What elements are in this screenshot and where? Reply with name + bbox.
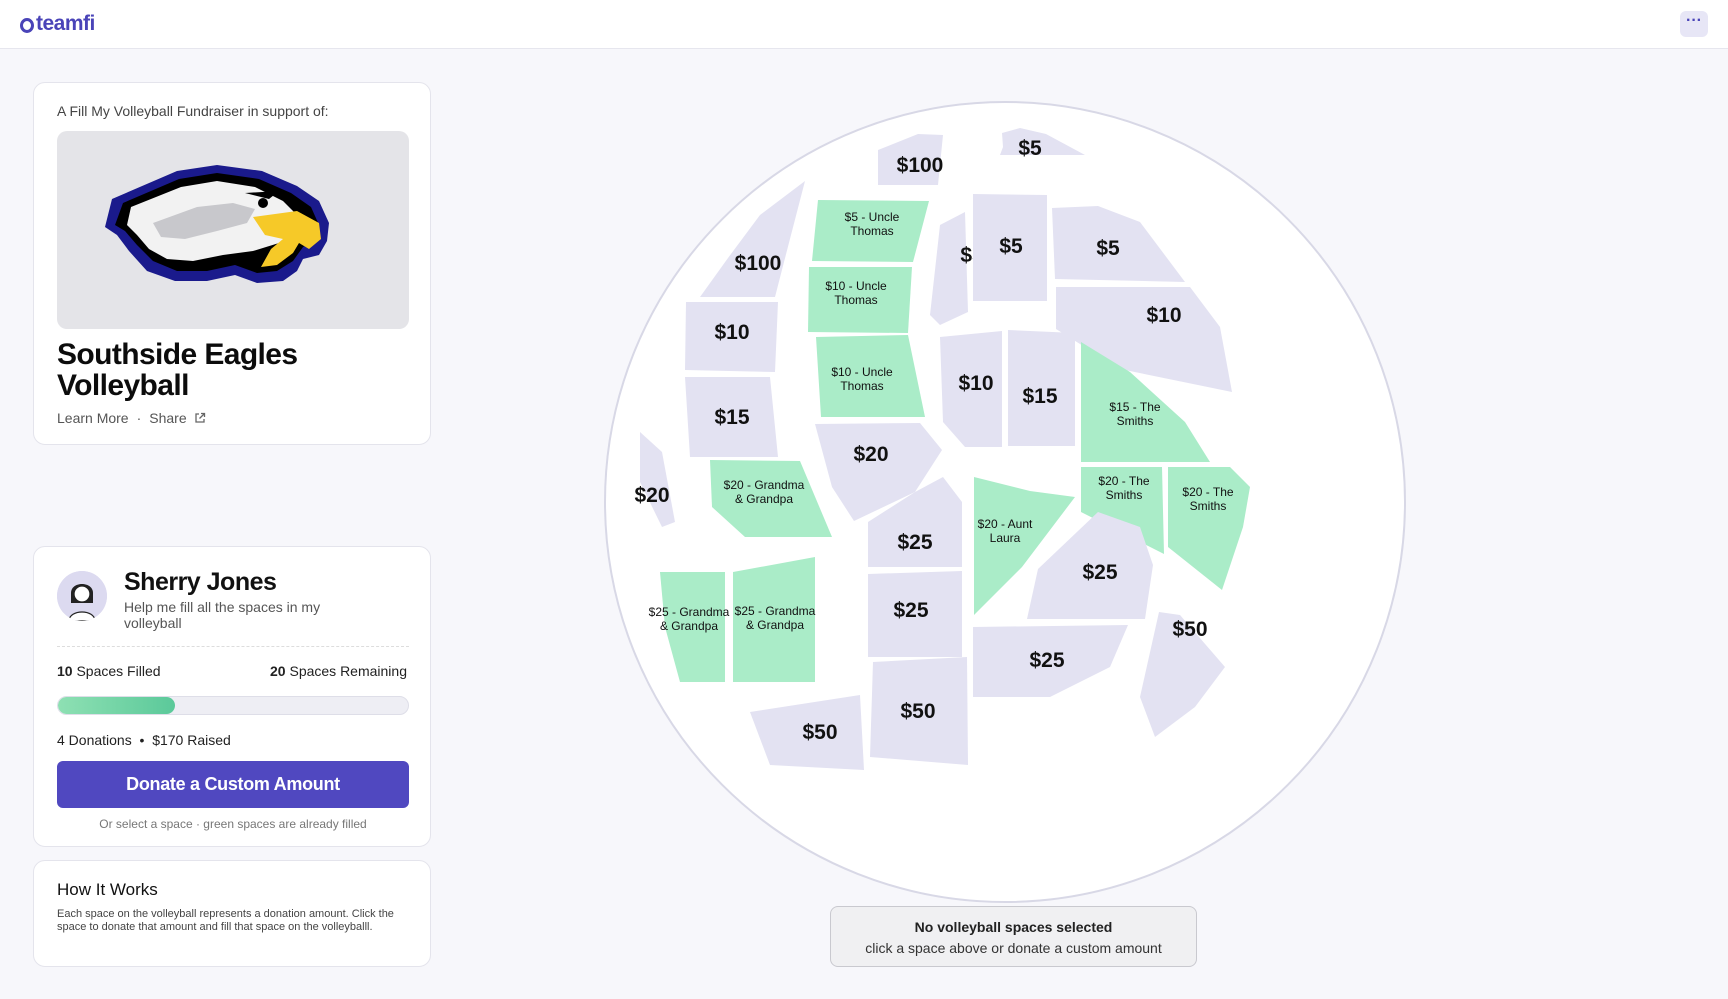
space-label: $15 [714, 406, 749, 429]
volleyball: $100$5$5 - Uncle Thomas$100 $5 $5 $5$10 - Un… [604, 101, 1406, 903]
filled-space: $25 - Grandma & Grandpa [733, 557, 816, 682]
link-separator: · [136, 410, 142, 426]
open-space[interactable]: $15 [1008, 330, 1075, 446]
space-label: $5 [1018, 137, 1042, 160]
open-space[interactable]: $50 [870, 657, 968, 765]
space-label: $20 [853, 443, 888, 466]
spaces-remaining-count: 20 [270, 663, 286, 679]
filled-space: $5 - Uncle Thomas [812, 200, 929, 262]
space-label: $100 [735, 252, 782, 275]
space-label: $50 [802, 721, 837, 744]
how-it-works-title: How It Works [57, 880, 158, 899]
more-menu-button[interactable]: ··· [1680, 11, 1708, 37]
external-link-icon [194, 412, 205, 423]
space-label: $10 [714, 321, 749, 344]
ellipsis-icon: ··· [1686, 12, 1702, 29]
selection-hint: Or select a space · green spaces are alr… [99, 817, 367, 831]
space-label: $5 - Uncle Thomas [845, 210, 900, 238]
how-it-works-card: How It Works Each space on the volleybal… [33, 860, 431, 967]
organizer-message: Help me fill all the spaces in my volley… [124, 599, 321, 631]
teamfi-logo[interactable]: teamfi [20, 12, 95, 36]
person-avatar-icon [57, 571, 107, 621]
logo-mark-icon [20, 17, 34, 33]
space-label: $20 - Grandma & Grandpa [724, 478, 805, 506]
open-space[interactable]: $10 [685, 302, 778, 372]
how-it-works-text: Each space on the volleyball represents … [57, 908, 394, 933]
space-label: $25 - Grandma & Grandpa [735, 604, 816, 632]
organizer-card: Sherry Jones Help me fill all the spaces… [33, 546, 431, 847]
space-label: $25 [1082, 561, 1117, 584]
space-label: $15 - The Smiths [1109, 400, 1160, 428]
filled-space: $10 - Uncle Thomas [808, 267, 912, 333]
spaces-remaining-label: Spaces Remaining [289, 663, 407, 679]
open-space[interactable]: $15 [685, 377, 778, 457]
donation-stats: 4 Donations • $170 Raised [57, 732, 231, 748]
spaces-remaining: 20 Spaces Remaining [270, 663, 407, 679]
divider [57, 646, 409, 647]
logo-text: teamfi [36, 12, 95, 35]
selection-status: No volleyball spaces selected click a sp… [830, 906, 1197, 967]
space-label: $20 - The Smiths [1182, 485, 1233, 513]
space-label: $50 [900, 700, 935, 723]
filled-space: $10 - Uncle Thomas [816, 335, 925, 417]
spaces-filled-count: 10 [57, 663, 73, 679]
space-label: $50 [1172, 618, 1207, 641]
stats-bullet: • [139, 732, 145, 748]
avatar [57, 571, 107, 621]
organizer-name: Sherry Jones [124, 568, 277, 596]
fundraiser-card: A Fill My Volleyball Fundraiser in suppo… [33, 82, 431, 445]
team-links: Learn More · Share [57, 410, 206, 426]
team-logo-image [57, 131, 409, 329]
selection-status-subtitle: click a space above or donate a custom a… [865, 940, 1162, 956]
spaces-filled: 10 Spaces Filled [57, 663, 161, 679]
space-label: $20 [634, 484, 669, 507]
team-name: Southside Eagles Volleyball [57, 338, 298, 402]
open-space[interactable]: $5 [973, 194, 1047, 301]
progress-bar [57, 696, 409, 715]
amount-raised: $170 Raised [152, 732, 231, 748]
selection-status-title: No volleyball spaces selected [914, 919, 1113, 935]
spaces-filled-label: Spaces Filled [76, 663, 161, 679]
open-space[interactable]: $25 [868, 571, 962, 657]
space-label: $5 [1096, 237, 1120, 260]
space-label: $25 [1029, 649, 1064, 672]
space-label: $10 [1146, 304, 1181, 327]
donate-custom-amount-button[interactable]: Donate a Custom Amount [57, 761, 409, 808]
space-label: $25 [893, 599, 928, 622]
donation-count: 4 Donations [57, 732, 132, 748]
space-label: $5 [999, 235, 1023, 258]
share-label: Share [149, 410, 187, 426]
top-bar: teamfi ··· [0, 0, 1728, 49]
space-label: $20 - The Smiths [1098, 474, 1149, 502]
share-link[interactable]: Share [149, 410, 205, 426]
space-label: $10 [958, 372, 993, 395]
progress-fill [58, 697, 175, 714]
support-text: A Fill My Volleyball Fundraiser in suppo… [57, 103, 329, 119]
eagle-logo-icon [105, 165, 329, 283]
space-label: $25 - Grandma & Grandpa [649, 605, 730, 633]
learn-more-link[interactable]: Learn More [57, 410, 129, 426]
space-label: $25 [897, 531, 932, 554]
space-label: $15 [1022, 385, 1057, 408]
space-label: $100 [897, 154, 944, 177]
